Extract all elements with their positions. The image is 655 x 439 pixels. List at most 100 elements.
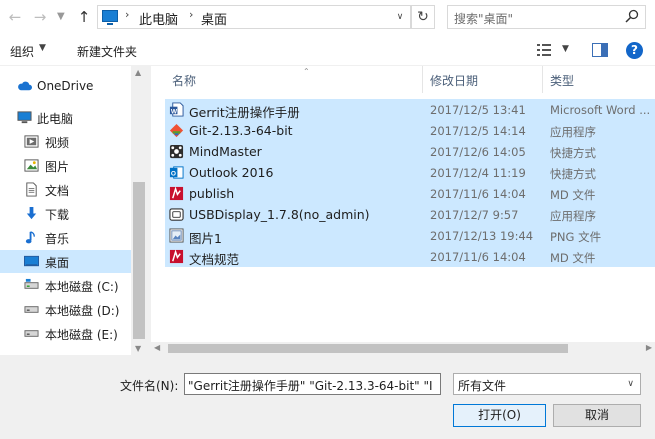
column-header-type[interactable]: 类型 (543, 66, 655, 93)
sidebar-item-drive-d[interactable]: 本地磁盘 (D:) (0, 298, 131, 321)
sidebar-item-label: 桌面 (45, 256, 70, 270)
address-box[interactable]: › 此电脑 › 桌面 ∨ (97, 5, 411, 29)
md-file-icon (169, 249, 184, 264)
this-pc-icon (102, 10, 118, 25)
sidebar-item-drive-c[interactable]: 本地磁盘 (C:) (0, 274, 131, 297)
sidebar-item-label: 本地磁盘 (C:) (45, 280, 119, 294)
sidebar-scrollbar[interactable]: ▲ ▼ (131, 66, 147, 355)
file-name: 文档规范 (189, 252, 240, 267)
sidebar-item-documents[interactable]: 文档 (0, 178, 131, 201)
scroll-right-icon[interactable]: ▶ (646, 343, 652, 352)
sidebar-item-label: 文档 (45, 184, 70, 198)
filename-label: 文件名(N): (120, 379, 179, 393)
file-type: Microsoft Word ... (550, 103, 651, 117)
svg-text:W: W (171, 108, 178, 115)
sidebar-scroll-thumb[interactable] (133, 182, 145, 339)
sidebar-item-drive-e[interactable]: 本地磁盘 (E:) (0, 322, 131, 345)
view-options-icon[interactable] (537, 44, 551, 56)
file-name: Gerrit注册操作手册 (189, 105, 300, 120)
sidebar-item-desktop[interactable]: 桌面 (0, 250, 131, 273)
file-row[interactable]: 文档规范 2017/11/6 14:04 MD 文件 (165, 246, 655, 267)
forward-arrow-icon[interactable]: → (31, 7, 49, 27)
git-installer-icon (169, 123, 184, 138)
sidebar-item-label: 本地磁盘 (E:) (45, 328, 118, 342)
open-button[interactable]: 打开(O) (453, 404, 546, 427)
help-icon[interactable]: ? (626, 42, 643, 59)
file-date: 2017/11/6 14:04 (430, 250, 526, 264)
column-header-date[interactable]: 修改日期 (423, 66, 543, 93)
organize-button[interactable]: 组织 (10, 43, 34, 60)
scroll-up-icon[interactable]: ▲ (135, 68, 141, 77)
column-header-name[interactable]: 名称 ⌃ (165, 66, 423, 93)
file-type: MD 文件 (550, 251, 596, 265)
music-icon (25, 231, 36, 244)
documents-icon (26, 182, 37, 197)
file-type: 应用程序 (550, 209, 596, 223)
file-row[interactable]: Git-2.13.3-64-bit 2017/12/5 14:14 应用程序 (165, 120, 655, 141)
file-row[interactable]: 图片1 2017/12/13 19:44 PNG 文件 (165, 225, 655, 246)
hscroll-thumb[interactable] (168, 344, 568, 353)
preview-pane-icon[interactable] (592, 43, 608, 57)
file-row[interactable]: MindMaster 2017/12/6 14:05 快捷方式 (165, 141, 655, 162)
file-row[interactable]: publish 2017/11/6 14:04 MD 文件 (165, 183, 655, 204)
sidebar-item-onedrive[interactable]: OneDrive (0, 75, 131, 98)
word-doc-icon: W (169, 102, 184, 117)
cloud-icon (18, 81, 32, 91)
sidebar-item-label: 此电脑 (37, 112, 74, 126)
sidebar-item-downloads[interactable]: 下载 (0, 202, 131, 225)
filetype-value: 所有文件 (458, 379, 507, 393)
file-date: 2017/12/7 9:57 (430, 208, 519, 222)
file-date: 2017/12/13 19:44 (430, 229, 534, 243)
sidebar-item-label: OneDrive (37, 79, 94, 93)
sidebar-item-label: 音乐 (45, 232, 70, 246)
sidebar-item-videos[interactable]: 视频 (0, 130, 131, 153)
sidebar-item-this-pc[interactable]: 此电脑 (0, 106, 131, 129)
up-arrow-icon[interactable]: ↑ (75, 7, 93, 27)
usb-app-icon (169, 208, 184, 221)
computer-icon (17, 111, 32, 124)
file-row[interactable]: O Outlook 2016 2017/12/4 11:19 快捷方式 (165, 162, 655, 183)
new-folder-button[interactable]: 新建文件夹 (77, 43, 137, 60)
scroll-left-icon[interactable]: ◀ (154, 343, 160, 352)
png-file-icon (169, 228, 184, 243)
chevron-down-icon: ∨ (627, 379, 634, 389)
recent-locations-chevron-icon[interactable]: ▼ (57, 7, 65, 27)
column-header-label: 名称 (172, 74, 197, 88)
view-dropdown-icon[interactable]: ▼ (562, 44, 569, 54)
outlook-icon: O (169, 166, 184, 179)
back-arrow-icon[interactable]: ← (6, 7, 24, 27)
md-file-icon (169, 186, 184, 201)
file-type: 快捷方式 (550, 146, 596, 160)
file-row[interactable]: USBDisplay_1.7.8(no_admin) 2017/12/7 9:5… (165, 204, 655, 225)
breadcrumb-separator-icon[interactable]: › (189, 8, 193, 21)
cancel-button[interactable]: 取消 (553, 404, 641, 427)
file-date: 2017/12/4 11:19 (430, 166, 526, 180)
organize-dropdown-icon[interactable]: ▼ (39, 43, 46, 53)
breadcrumb-separator-icon[interactable]: › (125, 8, 129, 21)
file-type: MD 文件 (550, 188, 596, 202)
file-date: 2017/12/5 13:41 (430, 103, 526, 117)
refresh-icon[interactable]: ↻ (411, 5, 435, 29)
file-name: USBDisplay_1.7.8(no_admin) (189, 207, 370, 222)
search-input[interactable]: 搜索"桌面" (447, 5, 646, 29)
sidebar-item-pictures[interactable]: 图片 (0, 154, 131, 177)
sidebar-item-music[interactable]: 音乐 (0, 226, 131, 249)
file-date: 2017/11/6 14:04 (430, 187, 526, 201)
file-row[interactable]: W Gerrit注册操作手册 2017/12/5 13:41 Microsoft… (165, 99, 655, 120)
filename-input[interactable]: "Gerrit注册操作手册" "Git-2.13.3-64-bit" "I (184, 373, 441, 395)
scroll-down-icon[interactable]: ▼ (135, 344, 141, 353)
desktop-icon (24, 255, 39, 267)
filetype-select[interactable]: 所有文件 ∨ (453, 373, 641, 395)
file-name: MindMaster (189, 144, 262, 159)
file-date: 2017/12/5 14:14 (430, 124, 526, 138)
file-list-hscrollbar[interactable]: ◀ ▶ (151, 342, 655, 355)
command-toolbar: 组织 ▼ 新建文件夹 ▼ ? (0, 34, 655, 66)
breadcrumb-desktop[interactable]: 桌面 (201, 9, 227, 28)
sidebar-item-label: 图片 (45, 160, 70, 174)
file-type: 应用程序 (550, 125, 596, 139)
search-icon[interactable] (625, 9, 639, 23)
sidebar-item-label: 视频 (45, 136, 70, 150)
address-dropdown-chevron-icon[interactable]: ∨ (392, 9, 408, 25)
file-name: Git-2.13.3-64-bit (189, 123, 293, 138)
breadcrumb-this-pc[interactable]: 此电脑 (139, 9, 178, 28)
